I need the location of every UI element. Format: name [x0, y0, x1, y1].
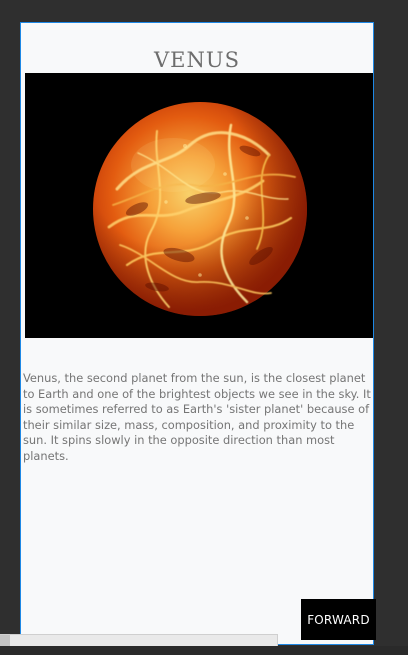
page-title: VENUS	[154, 48, 240, 72]
forward-button[interactable]: FORWARD	[301, 599, 376, 640]
bottom-strip	[0, 646, 408, 655]
venus-planet-illustration	[25, 73, 373, 338]
app-screen: VENUS Venus, the second planet from the …	[20, 22, 374, 645]
planet-description: Venus, the second planet from the sun, i…	[23, 371, 371, 463]
horizontal-scrollbar[interactable]	[0, 634, 278, 646]
venus-image	[25, 73, 373, 338]
scrollbar-thumb[interactable]	[0, 635, 10, 646]
